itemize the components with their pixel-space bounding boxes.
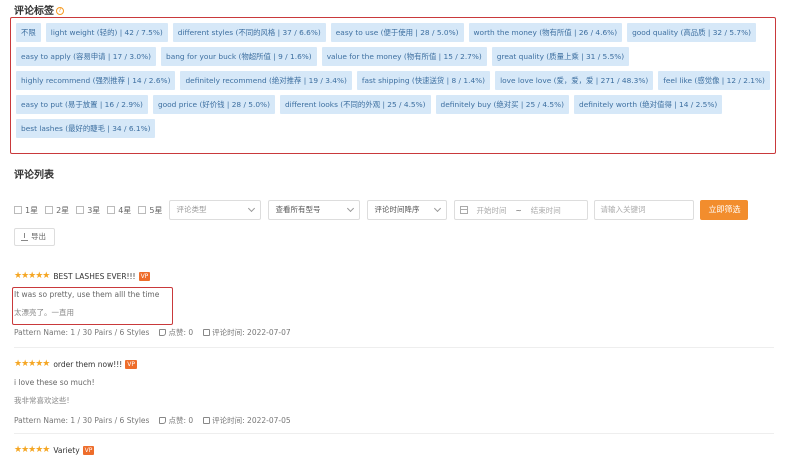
- star-filter-label: 2星: [56, 205, 70, 215]
- review-type-select[interactable]: 评论类型: [169, 200, 262, 220]
- calendar-icon: [460, 206, 469, 214]
- tag-row: 不限 light weight (轻的) | 42 / 7.5%) differen…: [16, 23, 771, 42]
- thumbs-up-icon[interactable]: [159, 417, 167, 424]
- reviews-section-title: 评论列表: [14, 170, 54, 181]
- review-item: ★★★★★ Variety VP: [14, 444, 776, 456]
- review-tag[interactable]: feel like (感觉像 | 12 / 2.1%): [658, 71, 770, 90]
- review-tag[interactable]: different styles (不同的风格 | 37 / 6.6%): [172, 23, 326, 42]
- filter-button[interactable]: 立即筛选: [700, 200, 749, 220]
- start-date[interactable]: 开始时间: [476, 205, 506, 216]
- review-date: 评论时间: 2022-07-05: [212, 416, 291, 425]
- star-filter-2[interactable]: 2星: [45, 205, 69, 216]
- chevron-down-icon: [347, 204, 355, 213]
- tag-row: easy to apply (容易申请 | 17 / 3.0%) bang for…: [16, 47, 771, 66]
- tags-section-title: 评论标签?: [14, 2, 64, 17]
- export-button[interactable]: 导出: [14, 228, 55, 246]
- chevron-down-icon: [434, 204, 442, 213]
- review-type-placeholder: 评论类型: [176, 205, 207, 214]
- tag-row: highly recommend (强烈推荐 | 14 / 2.6%) defin…: [16, 71, 771, 90]
- export-label: 导出: [31, 232, 46, 241]
- star-filter-label: 1星: [25, 205, 39, 215]
- review-tag[interactable]: easy to apply (容易申请 | 17 / 3.0%): [16, 47, 156, 66]
- checkbox[interactable]: [45, 206, 54, 214]
- star-rating: ★★★★★: [14, 359, 50, 369]
- filter-bar: 1星 2星 3星 4星 5星 评论类型 查看所有型号 评论时间降序 开始时间 ~…: [14, 200, 749, 220]
- review-tag[interactable]: love love love (爱，爱，爱 | 271 / 48.3%): [495, 71, 654, 90]
- review-translation: 我非常喜欢这些!: [14, 396, 70, 405]
- vp-badge: VP: [125, 359, 137, 369]
- checkbox[interactable]: [14, 206, 22, 214]
- review-tag[interactable]: definitely worth (绝对值得 | 14 / 2.5%): [574, 95, 723, 114]
- review-tag[interactable]: great quality (质量上乘 | 31 / 5.5%): [491, 47, 630, 66]
- review-title: Variety: [53, 445, 80, 455]
- thumbs-up-icon[interactable]: [159, 329, 167, 336]
- review-tag[interactable]: highly recommend (强烈推荐 | 14 / 2.6%): [16, 71, 176, 90]
- tag-all[interactable]: 不限: [16, 23, 41, 42]
- date-range-input[interactable]: 开始时间 ~ 结束时间: [454, 200, 589, 220]
- review-date: 评论时间: 2022-07-07: [212, 328, 291, 337]
- review-item: ★★★★★ order them now!!! VP i love these …: [14, 358, 776, 426]
- review-tag[interactable]: good quality (高品质 | 32 / 5.7%): [627, 23, 756, 42]
- review-tag[interactable]: worth the money (物有所值 | 26 / 4.6%): [468, 23, 623, 42]
- tag-row: best lashes (最好的睫毛 | 34 / 6.1%): [16, 119, 771, 138]
- pattern-name: Pattern Name: 1 / 30 Pairs / 6 Styles: [14, 328, 150, 337]
- star-filter-5[interactable]: 5星: [138, 205, 162, 216]
- vp-badge: VP: [82, 445, 95, 455]
- checkbox[interactable]: [107, 206, 116, 214]
- download-icon: [21, 232, 28, 241]
- tags-section-title-text: 评论标签: [14, 6, 54, 17]
- review-tag[interactable]: good price (好价钱 | 28 / 5.0%): [152, 95, 275, 114]
- calendar-icon: [203, 329, 211, 336]
- divider: [14, 347, 774, 348]
- star-filter-label: 4星: [118, 205, 132, 215]
- tags-panel: 不限 light weight (轻的) | 42 / 7.5%) differen…: [10, 17, 776, 154]
- star-filter-label: 3星: [87, 205, 101, 215]
- highlight-box: [12, 287, 173, 325]
- question-circle-icon[interactable]: ?: [56, 7, 64, 15]
- pattern-name: Pattern Name: 1 / 30 Pairs / 6 Styles: [14, 416, 150, 425]
- star-filter-3[interactable]: 3星: [76, 205, 100, 216]
- review-tag[interactable]: easy to put (易于放置 | 16 / 2.9%): [16, 95, 148, 114]
- keyword-input[interactable]: 请输入关键词: [594, 200, 695, 220]
- review-title: order them now!!!: [53, 359, 123, 369]
- checkbox[interactable]: [138, 206, 147, 214]
- review-tag[interactable]: definitely buy (绝对买 | 25 / 4.5%): [435, 95, 569, 114]
- star-rating: ★★★★★: [14, 271, 50, 281]
- star-filter-1[interactable]: 1星: [14, 205, 38, 216]
- review-tag[interactable]: definitely recommend (绝对推荐 | 19 / 3.4%): [180, 71, 352, 90]
- end-date[interactable]: 结束时间: [531, 205, 561, 216]
- star-filter-4[interactable]: 4星: [107, 205, 131, 216]
- review-tag[interactable]: different looks (不同的外观 | 25 / 4.5%): [279, 95, 431, 114]
- review-tag[interactable]: best lashes (最好的睫毛 | 34 / 6.1%): [16, 119, 156, 138]
- review-tag[interactable]: easy to use (便于使用 | 28 / 5.0%): [330, 23, 464, 42]
- review-text: i love these so much!: [14, 378, 95, 387]
- review-tag[interactable]: fast shipping (快速送货 | 8 / 1.4%): [356, 71, 491, 90]
- divider: [14, 433, 774, 434]
- review-title: BEST LASHES EVER!!!: [53, 271, 136, 281]
- like-count: 点赞: 0: [168, 328, 194, 337]
- review-tag[interactable]: value for the money (物有所值 | 15 / 2.7%): [321, 47, 487, 66]
- star-filter-label: 5星: [149, 205, 163, 215]
- model-select-value: 查看所有型号: [275, 205, 321, 214]
- calendar-icon: [203, 417, 211, 424]
- checkbox[interactable]: [76, 206, 85, 214]
- date-separator: ~: [515, 205, 522, 215]
- sort-select[interactable]: 评论时间降序: [367, 200, 448, 220]
- model-select[interactable]: 查看所有型号: [268, 200, 361, 220]
- chevron-down-icon: [248, 204, 256, 213]
- vp-badge: VP: [138, 271, 151, 281]
- star-rating: ★★★★★: [14, 445, 50, 455]
- tag-row: easy to put (易于放置 | 16 / 2.9%) good price…: [16, 95, 771, 114]
- like-count: 点赞: 0: [168, 416, 194, 425]
- review-tag[interactable]: bang for your buck (物超所值 | 9 / 1.6%): [161, 47, 317, 66]
- sort-select-value: 评论时间降序: [374, 205, 420, 214]
- review-tag[interactable]: light weight (轻的) | 42 / 7.5%): [45, 23, 168, 42]
